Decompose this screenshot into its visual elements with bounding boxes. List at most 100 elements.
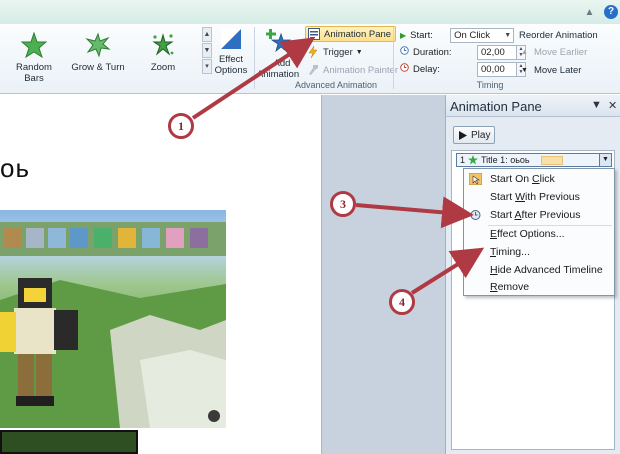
callout-badge: 3 xyxy=(330,191,356,217)
grow-turn-star-icon xyxy=(85,32,111,58)
trigger-label: Trigger xyxy=(323,46,353,58)
menu-accel-key: R xyxy=(490,281,498,293)
pane-options-icon[interactable]: ▼ xyxy=(591,99,602,111)
duration-label: Duration: xyxy=(413,46,452,58)
menu-accel-key: H xyxy=(490,264,498,276)
slide-picture[interactable] xyxy=(0,210,226,428)
item-number: 1 xyxy=(460,155,466,165)
gallery-random-bars[interactable]: Random Bars xyxy=(6,32,62,84)
animation-pane-button[interactable]: Animation Pane xyxy=(305,26,397,42)
menu-accel-key: E xyxy=(490,228,498,240)
trigger-lightning-icon xyxy=(308,46,318,58)
delay-row: Delay: 00,00 ▲ ▼ xyxy=(400,61,526,77)
help-icon[interactable]: ? xyxy=(604,5,618,19)
gallery-zoom[interactable]: Zoom xyxy=(140,32,186,73)
group-label-timing: Timing xyxy=(476,80,504,90)
effect-options-button[interactable]: Effect Options xyxy=(212,28,250,76)
title-bar: ▲ ? xyxy=(0,0,620,24)
animation-painter-button[interactable]: Animation Painter xyxy=(307,62,398,78)
delay-label: Delay: xyxy=(413,63,440,75)
callout-badge: 4 xyxy=(389,289,415,315)
menu-text-post: ide Advanced Timeline xyxy=(497,264,603,276)
animation-list-item[interactable]: 1 Title 1: оьоь ▼ xyxy=(456,153,612,167)
play-icon xyxy=(459,130,467,140)
gallery-more[interactable]: ▾ xyxy=(202,59,212,74)
animation-pane-label: Animation Pane xyxy=(324,28,392,40)
menu-timing[interactable]: Timing... xyxy=(464,243,614,261)
animation-pane-title: Animation Pane xyxy=(450,99,542,114)
add-animation-label-1: Add xyxy=(273,58,291,69)
timing-bar[interactable] xyxy=(540,155,563,165)
trigger-button[interactable]: Trigger ▼ xyxy=(307,44,363,60)
menu-text-pre: Start xyxy=(490,191,516,203)
duration-value: 02,00 xyxy=(481,46,505,58)
start-play-icon: ▶ xyxy=(400,30,407,40)
chevron-down-icon[interactable]: ▼ xyxy=(599,154,611,166)
play-label: Play xyxy=(471,129,491,141)
item-label: Title 1: оьоь xyxy=(481,155,530,165)
slide-canvas[interactable]: оь xyxy=(0,95,322,454)
menu-remove[interactable]: Remove xyxy=(464,278,614,296)
menu-accel-key: C xyxy=(532,173,540,185)
gallery-label: Grow & Turn xyxy=(71,62,125,73)
menu-text-post: emove xyxy=(497,281,530,293)
add-animation-button[interactable]: Add Animation xyxy=(256,28,300,80)
slide-title[interactable]: оь xyxy=(0,153,30,184)
menu-text-post: ffect Options... xyxy=(497,228,565,240)
menu-hide-advanced-timeline[interactable]: Hide Advanced Timeline xyxy=(464,261,614,279)
move-later-button[interactable]: ▼ Move Later xyxy=(521,62,581,78)
close-icon[interactable]: ✕ xyxy=(608,99,617,112)
mouse-click-icon xyxy=(469,173,482,185)
up-arrow-icon: ▲ xyxy=(521,48,528,56)
delay-value: 00,00 xyxy=(481,63,505,75)
reorder-title-label: Reorder Animation xyxy=(519,29,598,41)
menu-start-on-click[interactable]: Start On Click xyxy=(464,170,614,188)
duration-input[interactable]: 02,00 xyxy=(477,44,517,60)
menu-accel-key: A xyxy=(514,209,522,221)
duration-clock-icon xyxy=(400,46,409,58)
reorder-animation-title: Reorder Animation xyxy=(519,27,598,43)
zoom-star-icon xyxy=(152,33,174,56)
animation-pane-icon xyxy=(308,28,320,40)
menu-text-post: fter Previous xyxy=(521,209,581,221)
callout-badge: 1 xyxy=(168,113,194,139)
duration-row: Duration: 02,00 ▲ ▼ xyxy=(400,44,526,60)
add-animation-label-2: Animation xyxy=(256,69,300,80)
move-later-label: Move Later xyxy=(533,64,582,76)
group-label-advanced: Advanced Animation xyxy=(294,80,378,90)
menu-text-post: iming... xyxy=(496,246,530,258)
minimize-ribbon-icon[interactable]: ▲ xyxy=(583,6,596,19)
gallery-label: Zoom xyxy=(150,62,176,73)
effect-options-label-2: Options xyxy=(214,65,248,76)
menu-start-after-previous[interactable]: Start After Previous xyxy=(464,206,614,224)
down-arrow-icon: ▼ xyxy=(521,66,528,74)
chevron-down-icon: ▼ xyxy=(504,31,512,39)
menu-start-with-previous[interactable]: Start With Previous xyxy=(464,188,614,206)
start-label: Start: xyxy=(410,29,433,41)
start-select-value: On Click xyxy=(454,29,491,41)
menu-text-pre: Start On xyxy=(490,173,533,185)
animation-pane-header: Animation Pane ▼ ✕ xyxy=(446,95,620,117)
delay-input[interactable]: 00,00 xyxy=(477,61,517,77)
animation-painter-icon xyxy=(309,65,318,75)
animation-painter-label: Animation Painter xyxy=(323,64,398,76)
menu-effect-options[interactable]: Effect Options... xyxy=(464,225,614,243)
play-button[interactable]: Play xyxy=(453,126,495,144)
start-select[interactable]: On Click ▼ xyxy=(450,27,515,43)
gallery-grow-turn[interactable]: Grow & Turn xyxy=(70,32,126,73)
effect-options-icon xyxy=(221,29,241,49)
animation-context-menu: Start On Click Start With Previous Start… xyxy=(463,168,615,296)
effect-options-label-1: Effect xyxy=(218,54,244,65)
gallery-scroll-down[interactable]: ▼ xyxy=(202,43,212,58)
slide-picture-thumbnail[interactable] xyxy=(0,430,138,454)
menu-text-post: lick xyxy=(539,173,555,185)
random-bars-star-icon xyxy=(21,32,47,58)
delay-clock-icon xyxy=(400,63,409,75)
effect-star-icon xyxy=(468,155,479,165)
gallery-label: Random Bars xyxy=(16,62,52,84)
move-earlier-button[interactable]: ▲ Move Earlier xyxy=(521,44,587,60)
move-earlier-label: Move Earlier xyxy=(533,46,588,58)
add-animation-star-icon xyxy=(266,29,291,53)
gallery-scroll-up[interactable]: ▲ xyxy=(202,27,212,42)
menu-text-post: ith Previous xyxy=(525,191,580,203)
